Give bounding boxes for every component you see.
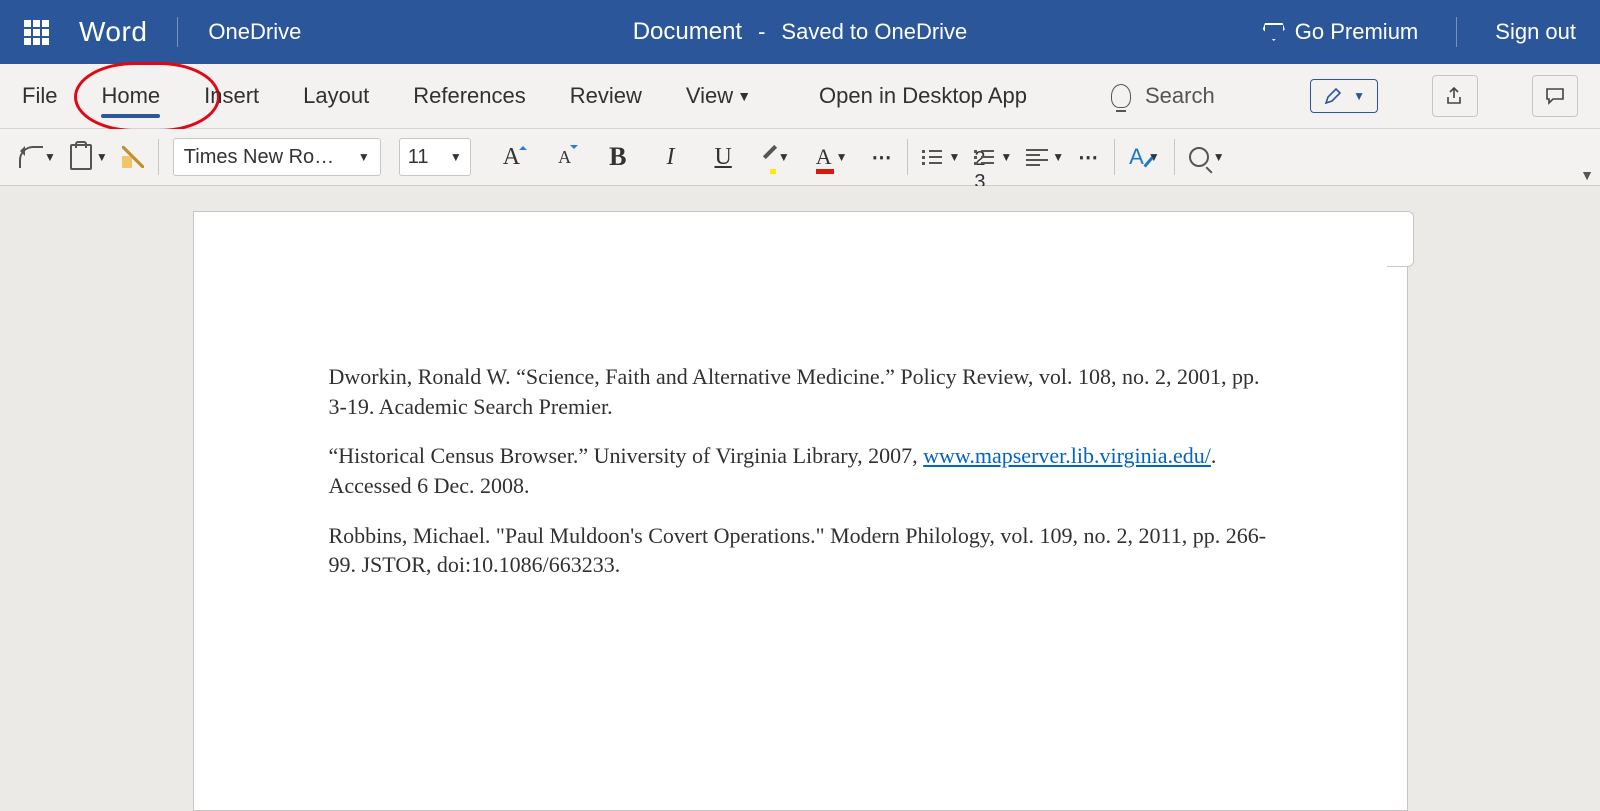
font-family-value: Times New Ro… — [184, 146, 334, 169]
more-paragraph-button[interactable]: ⋯ — [1078, 145, 1100, 170]
document-title[interactable]: Document — [633, 18, 742, 46]
page[interactable]: Dworkin, Ronald W. “Science, Faith and A… — [193, 211, 1408, 811]
go-premium-button[interactable]: Go Premium — [1263, 19, 1418, 45]
tab-view[interactable]: View▼ — [686, 64, 751, 128]
pencil-icon — [1323, 86, 1343, 106]
bullets-button[interactable]: ▼ — [922, 148, 960, 166]
location-label[interactable]: OneDrive — [208, 19, 301, 45]
paragraph[interactable]: Robbins, Michael. "Paul Muldoon's Covert… — [329, 521, 1272, 580]
find-button[interactable]: ▼ — [1189, 147, 1225, 167]
styles-button[interactable]: A ▼ — [1129, 144, 1160, 170]
font-size-value: 11 — [408, 146, 429, 169]
highlighter-icon — [763, 145, 777, 159]
save-status: Saved to OneDrive — [781, 19, 967, 45]
more-font-button[interactable]: ⋯ — [871, 145, 893, 170]
divider — [1456, 17, 1457, 47]
numbering-button[interactable]: 23▼ — [974, 148, 1012, 166]
editing-mode-button[interactable]: ▼ — [1310, 79, 1378, 113]
underline-button[interactable]: U — [714, 144, 731, 171]
chevron-down-icon: ▼ — [96, 150, 108, 164]
open-in-desktop-button[interactable]: Open in Desktop App — [819, 83, 1027, 109]
font-color-button[interactable]: A ▼ — [816, 144, 848, 170]
chevron-down-icon[interactable]: ▼ — [737, 88, 751, 104]
chevron-down-icon: ▼ — [358, 150, 370, 164]
sign-out-button[interactable]: Sign out — [1495, 19, 1576, 45]
grow-font-button[interactable]: A — [503, 144, 520, 171]
tell-me-search[interactable]: Search — [1111, 83, 1215, 109]
tab-insert[interactable]: Insert — [204, 64, 259, 128]
highlight-button[interactable]: ▼ — [770, 144, 790, 170]
tab-references[interactable]: References — [413, 64, 526, 128]
tab-file[interactable]: File — [22, 64, 57, 128]
hyperlink[interactable]: www.mapserver.lib.virginia.edu/ — [923, 443, 1211, 468]
title-separator: - — [758, 19, 765, 45]
divider — [158, 139, 159, 175]
chevron-down-icon: ▼ — [450, 150, 462, 164]
divider — [907, 139, 908, 175]
divider — [1114, 139, 1115, 175]
magnifier-icon — [1189, 147, 1209, 167]
ribbon-home: ▼ ▼ Times New Ro… ▼ 11 ▼ A A B I U ▼ A ▼… — [0, 129, 1600, 186]
paste-button[interactable]: ▼ — [70, 144, 108, 170]
align-icon — [1026, 149, 1048, 165]
diamond-icon — [1263, 23, 1285, 41]
chevron-down-icon: ▼ — [836, 150, 848, 164]
search-placeholder: Search — [1145, 83, 1215, 109]
paragraph[interactable]: “Historical Census Browser.” University … — [329, 441, 1272, 500]
tab-home[interactable]: Home — [101, 64, 160, 128]
chevron-down-icon: ▼ — [778, 150, 790, 164]
bullet-list-icon — [922, 148, 944, 166]
comments-button[interactable] — [1532, 75, 1578, 117]
ribbon-tabs: File Home Insert Layout References Revie… — [0, 64, 1600, 129]
side-panel-handle[interactable] — [1387, 211, 1414, 267]
share-icon — [1444, 86, 1466, 106]
document-canvas: Dworkin, Ronald W. “Science, Faith and A… — [0, 186, 1600, 625]
paragraph[interactable]: Dworkin, Ronald W. “Science, Faith and A… — [329, 362, 1272, 421]
paintbrush-icon — [122, 146, 144, 168]
collapse-ribbon-button[interactable]: ▼ — [1580, 167, 1594, 183]
align-button[interactable]: ▼ — [1026, 149, 1064, 165]
go-premium-label: Go Premium — [1295, 19, 1418, 45]
tab-review[interactable]: Review — [570, 64, 642, 128]
app-name[interactable]: Word — [79, 16, 147, 48]
comment-icon — [1544, 86, 1566, 106]
title-center: Document - Saved to OneDrive — [633, 18, 968, 46]
bold-button[interactable]: B — [609, 142, 626, 172]
lightbulb-icon — [1111, 84, 1131, 108]
divider — [1174, 139, 1175, 175]
font-size-select[interactable]: 11 ▼ — [399, 138, 471, 176]
chevron-down-icon: ▼ — [44, 150, 56, 164]
number-list-icon: 23 — [974, 148, 996, 166]
chevron-down-icon: ▼ — [1353, 89, 1365, 103]
title-bar: Word OneDrive Document - Saved to OneDri… — [0, 0, 1600, 64]
app-launcher-icon[interactable] — [24, 20, 49, 45]
italic-button[interactable]: I — [666, 144, 674, 171]
tab-layout[interactable]: Layout — [303, 64, 369, 128]
divider — [177, 17, 178, 47]
undo-button[interactable]: ▼ — [16, 146, 56, 168]
shrink-font-button[interactable]: A — [558, 147, 571, 168]
format-painter-button[interactable] — [122, 146, 144, 168]
share-button[interactable] — [1432, 75, 1478, 117]
font-family-select[interactable]: Times New Ro… ▼ — [173, 138, 381, 176]
